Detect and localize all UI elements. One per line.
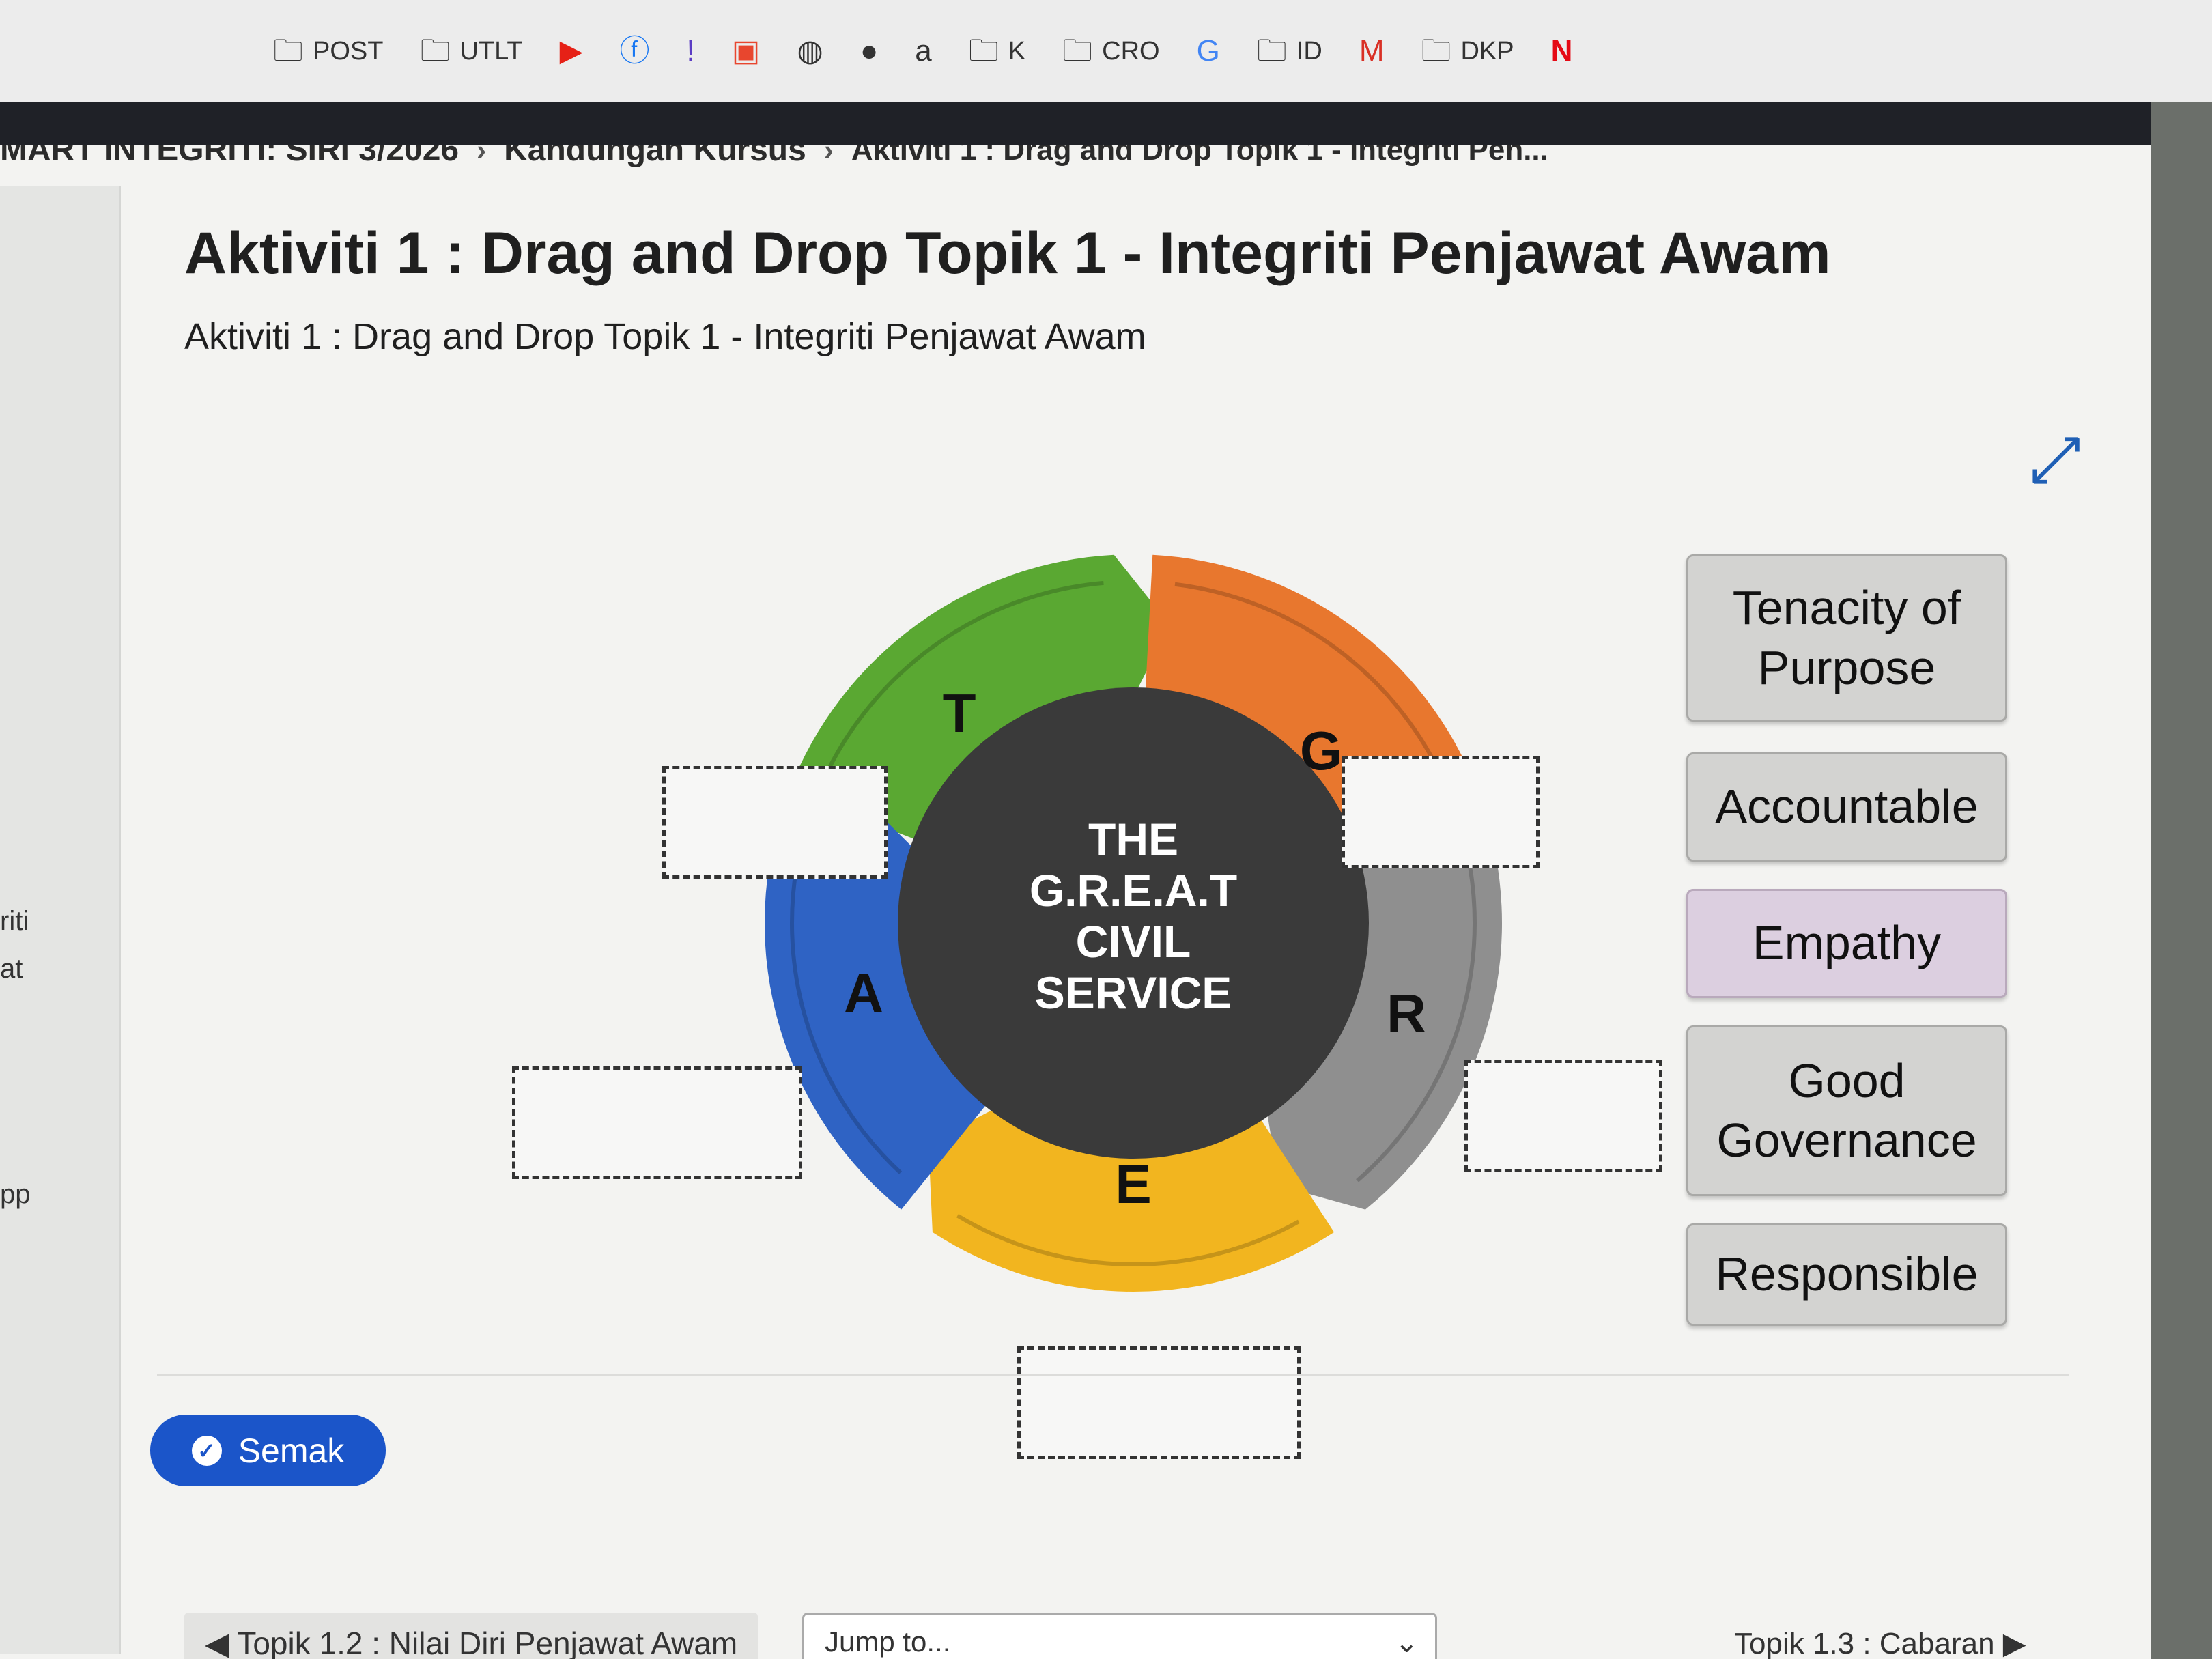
facebook-icon: ⓕ bbox=[619, 34, 650, 68]
chevron-down-icon: ⌄ bbox=[1394, 1626, 1419, 1658]
center-line: CIVIL bbox=[1076, 916, 1191, 967]
folder-icon: 🗀 bbox=[420, 34, 451, 68]
exclaim-icon: ! bbox=[686, 34, 695, 68]
breadcrumb-course[interactable]: MART INTEGRITI: SIRI 3/2026 bbox=[0, 145, 459, 169]
folder-icon: 🗀 bbox=[273, 34, 303, 68]
drop-zone-t[interactable] bbox=[662, 766, 888, 879]
arrow-right-icon: ▶ bbox=[1994, 1627, 2026, 1659]
gmail-icon: M bbox=[1359, 34, 1385, 68]
center-line: THE bbox=[1088, 814, 1178, 864]
folder-icon: 🗀 bbox=[1256, 34, 1287, 68]
bookmark-exclaim[interactable]: ! bbox=[687, 36, 695, 66]
divider bbox=[157, 1374, 2069, 1376]
google-icon: G bbox=[1196, 34, 1220, 68]
segment-letter-e: E bbox=[1115, 1154, 1151, 1215]
shopee-icon: ▣ bbox=[731, 34, 761, 68]
segment-letter-a: A bbox=[844, 963, 883, 1023]
folder-icon: 🗀 bbox=[968, 34, 999, 68]
sidebar-fragment[interactable]: pp bbox=[0, 1179, 31, 1210]
bookmark-k[interactable]: 🗀 K bbox=[969, 36, 1025, 66]
jump-to-placeholder: Jump to... bbox=[825, 1626, 951, 1658]
bookmark-netflix[interactable]: N bbox=[1551, 36, 1573, 66]
jump-to-select[interactable]: Jump to... ⌄ bbox=[802, 1613, 1437, 1659]
bookmark-dkp[interactable]: 🗀 DKP bbox=[1421, 36, 1514, 66]
expand-icon[interactable]: ⟷ bbox=[2011, 416, 2099, 504]
bookmark-utlt[interactable]: 🗀 UTLT bbox=[420, 36, 522, 66]
center-line: SERVICE bbox=[1035, 967, 1232, 1018]
bookmark-amazon[interactable]: a bbox=[915, 36, 931, 66]
drop-zone-r[interactable] bbox=[1464, 1060, 1662, 1172]
site-header-bar bbox=[0, 102, 2151, 145]
chevron-right-icon: › bbox=[477, 145, 487, 166]
breadcrumb-current: Aktiviti 1 : Drag and Drop Topik 1 - Int… bbox=[851, 145, 1548, 167]
badge-icon: ● bbox=[860, 34, 879, 68]
amazon-icon: a bbox=[915, 34, 932, 68]
diagram-graphic: THE G.R.E.A.T CIVIL SERVICE T G R E A bbox=[765, 554, 1502, 1292]
bookmark-shopee[interactable]: ▣ bbox=[732, 36, 761, 66]
bookmark-youtube[interactable]: ▶ bbox=[560, 36, 583, 66]
bookmark-cro[interactable]: 🗀 CRO bbox=[1062, 36, 1159, 66]
check-button-label: Semak bbox=[238, 1431, 345, 1470]
bookmarks-bar: 🗀 POST 🗀 UTLT ▶ ⓕ ! ▣ ◍ ● a 🗀 K 🗀 CRO G 🗀 ID … bbox=[0, 0, 2212, 102]
drop-zone-g[interactable] bbox=[1342, 756, 1540, 868]
youtube-icon: ▶ bbox=[559, 34, 583, 68]
segment-letter-t: T bbox=[943, 683, 976, 743]
bookmark-post[interactable]: 🗀 POST bbox=[273, 36, 383, 66]
drop-zone-a[interactable] bbox=[512, 1066, 802, 1179]
bookmark-globe[interactable]: ◍ bbox=[797, 36, 823, 66]
page-subtitle: Aktiviti 1 : Drag and Drop Topik 1 - Int… bbox=[184, 316, 1146, 357]
choice-responsible[interactable]: Responsible bbox=[1686, 1223, 2007, 1326]
sidebar-fragment[interactable]: riti bbox=[0, 906, 29, 937]
bookmark-id[interactable]: 🗀 ID bbox=[1257, 36, 1322, 66]
breadcrumb-content[interactable]: Kandungan Kursus bbox=[504, 145, 806, 169]
next-activity-link[interactable]: Topik 1.3 : Cabaran ▶ bbox=[1734, 1626, 2026, 1659]
sidebar: riti at pp bbox=[0, 186, 121, 1654]
bookmark-badge[interactable]: ● bbox=[860, 36, 879, 66]
center-line: G.R.E.A.T bbox=[1030, 865, 1237, 916]
chevron-right-icon: › bbox=[823, 145, 834, 166]
choice-good-governance[interactable]: Good Governance bbox=[1686, 1025, 2007, 1196]
folder-icon: 🗀 bbox=[1062, 34, 1093, 68]
breadcrumb: MART INTEGRITI: SIRI 3/2026 › Kandungan … bbox=[0, 145, 1548, 169]
segment-letter-g: G bbox=[1300, 720, 1342, 781]
choice-accountable[interactable]: Accountable bbox=[1686, 752, 2007, 862]
prev-activity-link[interactable]: ◀ Topik 1.2 : Nilai Diri Penjawat Awam bbox=[184, 1613, 758, 1659]
great-diagram: THE G.R.E.A.T CIVIL SERVICE T G R E A bbox=[492, 527, 1662, 1459]
choice-tenacity[interactable]: Tenacity of Purpose bbox=[1686, 554, 2007, 722]
main-page: MART INTEGRITI: SIRI 3/2026 › Kandungan … bbox=[0, 145, 2151, 1659]
segment-letter-r: R bbox=[1387, 983, 1426, 1044]
folder-icon: 🗀 bbox=[1421, 34, 1451, 68]
bookmark-facebook[interactable]: ⓕ bbox=[620, 36, 650, 66]
background-edge bbox=[2151, 102, 2212, 1659]
drop-zone-e[interactable] bbox=[1017, 1346, 1301, 1459]
check-button[interactable]: ✓ Semak bbox=[150, 1415, 386, 1486]
globe-icon: ◍ bbox=[797, 34, 823, 68]
arrow-left-icon: ◀ bbox=[205, 1626, 238, 1659]
choice-empathy[interactable]: Empathy bbox=[1686, 889, 2007, 998]
bookmark-google[interactable]: G bbox=[1197, 36, 1220, 66]
bookmark-gmail[interactable]: M bbox=[1359, 36, 1385, 66]
netflix-icon: N bbox=[1550, 34, 1573, 68]
sidebar-fragment[interactable]: at bbox=[0, 954, 23, 984]
check-circle-icon: ✓ bbox=[191, 1435, 222, 1466]
page-title: Aktiviti 1 : Drag and Drop Topik 1 - Int… bbox=[184, 221, 1831, 286]
